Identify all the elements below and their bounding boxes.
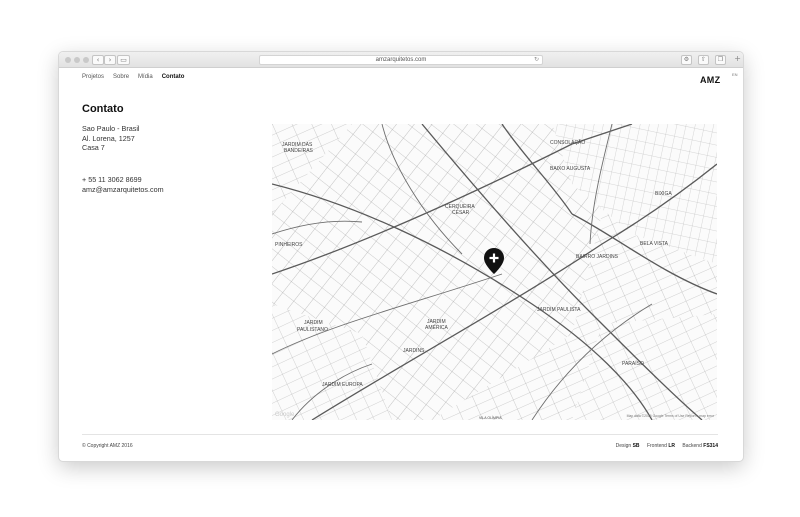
copyright-text: © Copyright AMZ 2016 (82, 443, 133, 449)
credit-role: Backend (682, 443, 702, 449)
address-bar[interactable]: amzarquitetos.com ↻ (259, 55, 543, 65)
credit-name[interactable]: LR (668, 443, 675, 449)
address-line: Sao Paulo - Brasil (82, 124, 140, 133)
address-line: Al. Lorena, 1257 (82, 133, 135, 143)
share-icon[interactable]: ⇧ (698, 55, 709, 65)
credit-frontend: Frontend LR (647, 443, 675, 449)
map-label: PARAÍSO (622, 360, 644, 367)
minimize-window-button[interactable] (74, 57, 80, 63)
close-window-button[interactable] (65, 57, 71, 63)
map-canvas[interactable]: JARDIM DAS BANDEIRAS CONSOLAÇÃO BAIXO AU… (272, 124, 717, 420)
sidebar-button[interactable]: ▭ (117, 55, 130, 65)
nav-item-midia[interactable]: Mídia (138, 74, 153, 80)
credit-name[interactable]: FS314 (703, 443, 718, 449)
google-logo: Google (275, 412, 295, 418)
zoom-window-button[interactable] (83, 57, 89, 63)
map-label: PAULISTANO (297, 327, 328, 333)
credit-design: Design SB (616, 443, 640, 449)
address-line: Casa 7 (82, 143, 105, 152)
map-label: CONSOLAÇÃO (550, 139, 585, 146)
sidebar-icon: ▭ (120, 56, 127, 64)
map-label: JARDINS (403, 348, 425, 354)
browser-toolbar: ‹ › ▭ amzarquitetos.com ↻ ⚙ ⇧ ❐ + (59, 52, 743, 68)
reload-icon[interactable]: ↻ (534, 56, 539, 64)
map-label: AMÉRICA (425, 324, 448, 331)
page-title: Contato (82, 103, 124, 115)
language-switch[interactable]: EN (732, 72, 738, 77)
map-label: PINHEIROS (275, 242, 303, 248)
browser-window: ‹ › ▭ amzarquitetos.com ↻ ⚙ ⇧ ❐ + Projet… (59, 52, 743, 461)
map-label: VILA OLÍMPIA (479, 416, 502, 420)
phone-number[interactable]: + 55 11 3062 8699 (82, 175, 164, 185)
map-label: CÉSAR (452, 209, 470, 216)
credit-name[interactable]: SB (633, 443, 640, 449)
credit-role: Frontend (646, 443, 667, 449)
address-block: Sao Paulo - Brasil Al. Lorena, 1257 Casa… (82, 124, 140, 153)
settings-icon[interactable]: ⚙ (681, 55, 692, 65)
map-label: BIXIGA (655, 191, 672, 197)
tabs-icon[interactable]: ❐ (715, 55, 726, 65)
site-logo[interactable]: AMZ (700, 75, 720, 85)
new-tab-icon[interactable]: + (734, 54, 741, 63)
credits: Design SB Frontend LR Backend FS314 (610, 443, 718, 449)
map-label: BANDEIRAS (284, 148, 314, 154)
map-label: BELA VISTA (640, 241, 669, 247)
nav-item-sobre[interactable]: Sobre (113, 74, 129, 80)
map-label: JARDIM (304, 320, 323, 326)
nav-item-contato[interactable]: Contato (162, 74, 185, 80)
back-button[interactable]: ‹ (92, 55, 104, 65)
nav-item-projetos[interactable]: Projetos (82, 74, 104, 80)
map-label: BAIXO AUGUSTA (550, 166, 591, 172)
email-link[interactable]: amz@amzarquitetos.com (82, 185, 164, 195)
page-content: Projetos Sobre Mídia Contato AMZ EN Cont… (59, 68, 743, 461)
url-text: amzarquitetos.com (375, 57, 427, 63)
map-embed[interactable]: JARDIM DAS BANDEIRAS CONSOLAÇÃO BAIXO AU… (272, 124, 717, 420)
map-label: BAIRRO JARDINS (576, 254, 619, 260)
contact-block: + 55 11 3062 8699 amz@amzarquitetos.com (82, 175, 164, 194)
credit-role: Design (615, 443, 632, 449)
map-label: JARDIM PAULISTA (537, 307, 581, 313)
main-nav: Projetos Sobre Mídia Contato (82, 74, 193, 80)
footer-divider (82, 434, 718, 435)
chevron-right-icon: › (108, 56, 112, 64)
map-label: JARDIM EUROPA (322, 382, 363, 388)
chevron-left-icon: ‹ (96, 56, 100, 64)
forward-button[interactable]: › (104, 55, 116, 65)
map-attribution[interactable]: Map data ©2016 Google Terms of Use Repor… (627, 414, 715, 418)
credit-backend: Backend FS314 (682, 443, 718, 449)
